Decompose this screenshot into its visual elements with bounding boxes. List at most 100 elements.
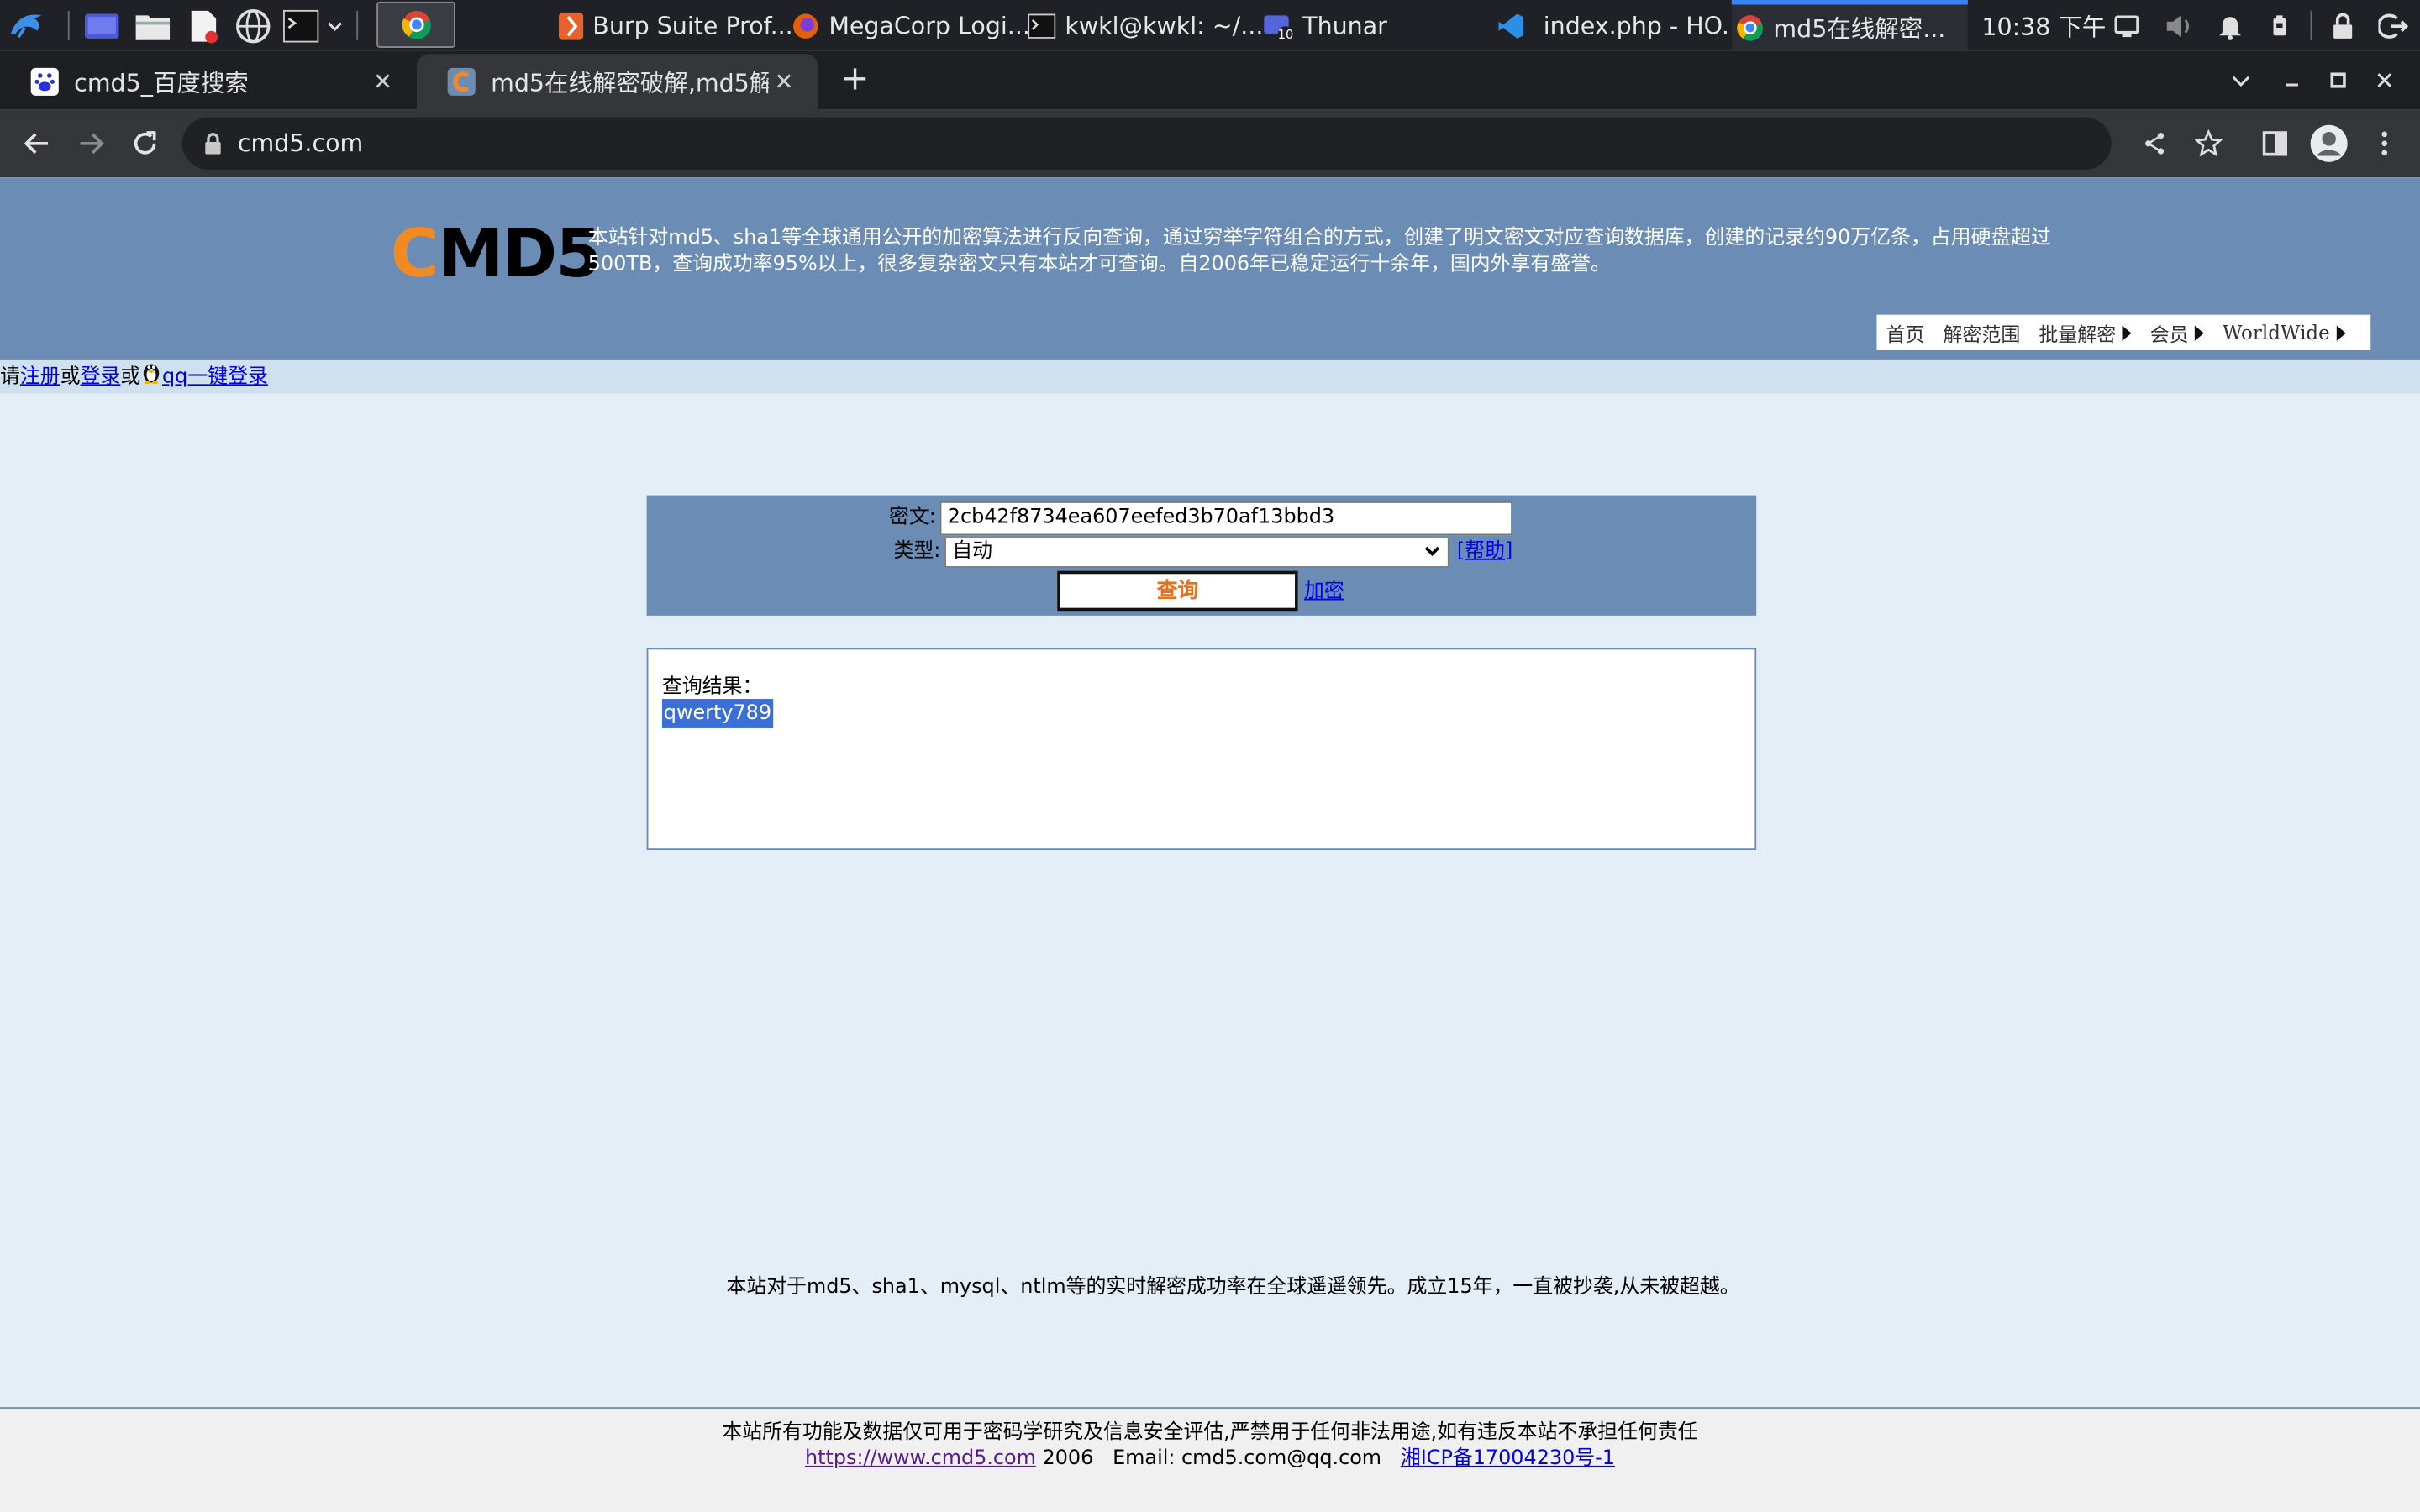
close-window-icon[interactable] — [2363, 51, 2406, 110]
taskbar-window-label: MegaCorp Logi... — [829, 11, 1030, 39]
qq-penguin-icon — [140, 360, 162, 385]
footer-year: 2006 — [1042, 1446, 1094, 1471]
address-bar[interactable]: cmd5.com — [182, 117, 2112, 171]
display-icon[interactable] — [2112, 0, 2140, 51]
submenu-arrow-icon — [2336, 324, 2346, 341]
taskbar-window-label: kwkl@kwkl: ~/... — [1065, 11, 1264, 39]
new-tab-button[interactable]: + — [835, 61, 876, 102]
taskbar-window-terminal[interactable]: kwkl@kwkl: ~/... — [1028, 0, 1263, 51]
site-footer: 本站所有功能及数据仅可用于密码学研究及信息安全评估,严禁用于任何非法用途,如有违… — [0, 1407, 2420, 1512]
file-manager-icon[interactable] — [134, 0, 171, 51]
chrome-icon — [1736, 14, 1764, 42]
submenu-arrow-icon — [2194, 324, 2204, 341]
nav-label: 首页 — [1886, 322, 1925, 346]
cipher-input[interactable]: 2cb42f8734ea607eefed3b70af13bbd3 — [939, 501, 1513, 536]
notification-bell-icon[interactable] — [2217, 0, 2244, 51]
logo-md5: MD5 — [437, 216, 602, 293]
login-bar: 请注册或登录或 qq一键登录 — [0, 359, 2420, 394]
taskbar-window-label: md5在线解密... — [1773, 15, 1946, 44]
more-menu-icon[interactable] — [2361, 120, 2407, 166]
login-prefix: 请 — [0, 365, 20, 389]
nav-decrypt-range[interactable]: 解密范围 — [1943, 318, 2020, 347]
result-value[interactable]: qwerty789 — [661, 699, 773, 728]
terminal-icon — [1028, 13, 1056, 39]
lock-icon[interactable] — [2329, 0, 2357, 51]
taskbar-window-vscode[interactable]: index.php - HO... — [1497, 0, 1744, 51]
taskbar-window-firefox[interactable]: MegaCorp Logi... — [792, 0, 1030, 51]
burp-icon — [558, 11, 584, 39]
workspace-icon[interactable] — [83, 0, 120, 51]
taskbar-window-chrome[interactable]: md5在线解密... — [1731, 0, 1968, 51]
nav-label: 解密范围 — [1943, 322, 2021, 346]
share-icon[interactable] — [2132, 120, 2178, 166]
register-link[interactable]: 注册 — [20, 365, 60, 389]
nav-label: 批量解密 — [2039, 322, 2117, 346]
tab-title: cmd5_百度搜索 — [74, 69, 249, 97]
nav-member[interactable]: 会员 — [2150, 318, 2204, 347]
lock-icon — [203, 133, 222, 155]
power-battery-icon[interactable] — [2269, 0, 2291, 51]
forward-arrow-icon[interactable] — [68, 120, 114, 166]
tab-close-icon[interactable]: ✕ — [769, 68, 800, 96]
footer-email: Email: cmd5.com@qq.com — [1113, 1446, 1382, 1471]
type-label: 类型: — [893, 539, 941, 564]
chevron-down-icon — [1423, 542, 1441, 570]
taskbar-window-thunar[interactable]: 10 Thunar — [1262, 0, 1387, 51]
web-browser-icon[interactable] — [234, 0, 271, 51]
result-box: 查询结果： qwerty789 — [646, 648, 1757, 851]
tab-close-icon[interactable]: ✕ — [367, 68, 398, 96]
cmd5-favicon — [447, 67, 476, 96]
minimize-icon[interactable] — [2270, 51, 2313, 110]
reload-icon[interactable] — [122, 120, 168, 166]
footer-disclaimer: 本站所有功能及数据仅可用于密码学研究及信息安全评估,严禁用于任何非法用途,如有违… — [722, 1420, 1698, 1445]
logo-c: C — [390, 216, 439, 293]
text-editor-icon[interactable] — [185, 0, 222, 51]
chrome-launcher-icon[interactable] — [376, 1, 455, 48]
encrypt-link[interactable]: 加密 — [1304, 577, 1344, 608]
svg-text:10: 10 — [1278, 27, 1294, 41]
footer-icp-link[interactable]: 湘ICP备17004230号-1 — [1401, 1447, 1615, 1471]
login-or: 或 — [120, 365, 141, 389]
side-panel-icon[interactable] — [2252, 120, 2298, 166]
kali-menu-icon[interactable] — [6, 0, 46, 51]
clock[interactable]: 10:38 下午 — [1981, 0, 2106, 51]
nav-label: WorldWide — [2223, 321, 2330, 344]
cipher-label: 密文: — [888, 506, 936, 530]
type-select[interactable]: 自动 — [944, 537, 1449, 568]
taskbar-window-label: Burp Suite Prof... — [592, 11, 793, 39]
taskbar-window-burp[interactable]: Burp Suite Prof... — [558, 0, 793, 51]
site-intro: 本站针对md5、sha1等全球通用公开的加密算法进行反向查询，通过穷举字符组合的… — [587, 227, 2051, 276]
bookmark-star-icon[interactable] — [2186, 120, 2232, 166]
maximize-icon[interactable] — [2317, 51, 2360, 110]
footer-info: https://www.cmd5.com 2006 Email: cmd5.co… — [0, 1441, 2420, 1471]
footer-url-link[interactable]: https://www.cmd5.com — [805, 1447, 1036, 1471]
top-navigation: 首页 解密范围 批量解密 会员 WorldWide — [1876, 314, 2371, 350]
tab-title: md5在线解密破解,md5解密 — [491, 69, 769, 97]
taskbar-window-label: Thunar — [1302, 11, 1387, 39]
tab-search-chevron-icon[interactable] — [2219, 51, 2262, 110]
cmd5-logo[interactable]: CMD5 — [390, 214, 602, 295]
thunar-icon: 10 — [1262, 10, 1294, 41]
nav-worldwide[interactable]: WorldWide — [2223, 321, 2346, 344]
nav-batch-decrypt[interactable]: 批量解密 — [2039, 318, 2132, 347]
volume-icon[interactable] — [2164, 0, 2195, 51]
terminal-launcher-icon[interactable] — [282, 0, 319, 51]
back-arrow-icon[interactable] — [14, 120, 60, 166]
tab-cmd5[interactable]: md5在线解密破解,md5解密 ✕ — [416, 54, 818, 110]
tab-baidu-search[interactable]: cmd5_百度搜索 ✕ — [0, 54, 417, 109]
help-link[interactable]: [帮助] — [1457, 537, 1512, 568]
qq-login-link[interactable]: qq一键登录 — [162, 365, 268, 389]
logout-icon[interactable] — [2378, 0, 2409, 51]
vscode-icon — [1497, 12, 1525, 39]
login-link[interactable]: 登录 — [81, 365, 121, 389]
profile-avatar-icon[interactable] — [2306, 120, 2352, 166]
submenu-arrow-icon — [2122, 324, 2132, 341]
site-header: CMD5 本站针对md5、sha1等全球通用公开的加密算法进行反向查询，通过穷举… — [0, 177, 2420, 360]
nav-home[interactable]: 首页 — [1886, 318, 1924, 347]
query-button[interactable]: 查询 — [1057, 570, 1298, 612]
baidu-icon — [30, 67, 59, 96]
site-slogan: 本站对于md5、sha1、mysql、ntlm等的实时解密成功率在全球遥遥领先。… — [726, 1275, 1740, 1299]
firefox-icon — [792, 12, 819, 39]
type-selected-value: 自动 — [952, 539, 993, 564]
chevron-down-icon[interactable] — [326, 0, 345, 51]
